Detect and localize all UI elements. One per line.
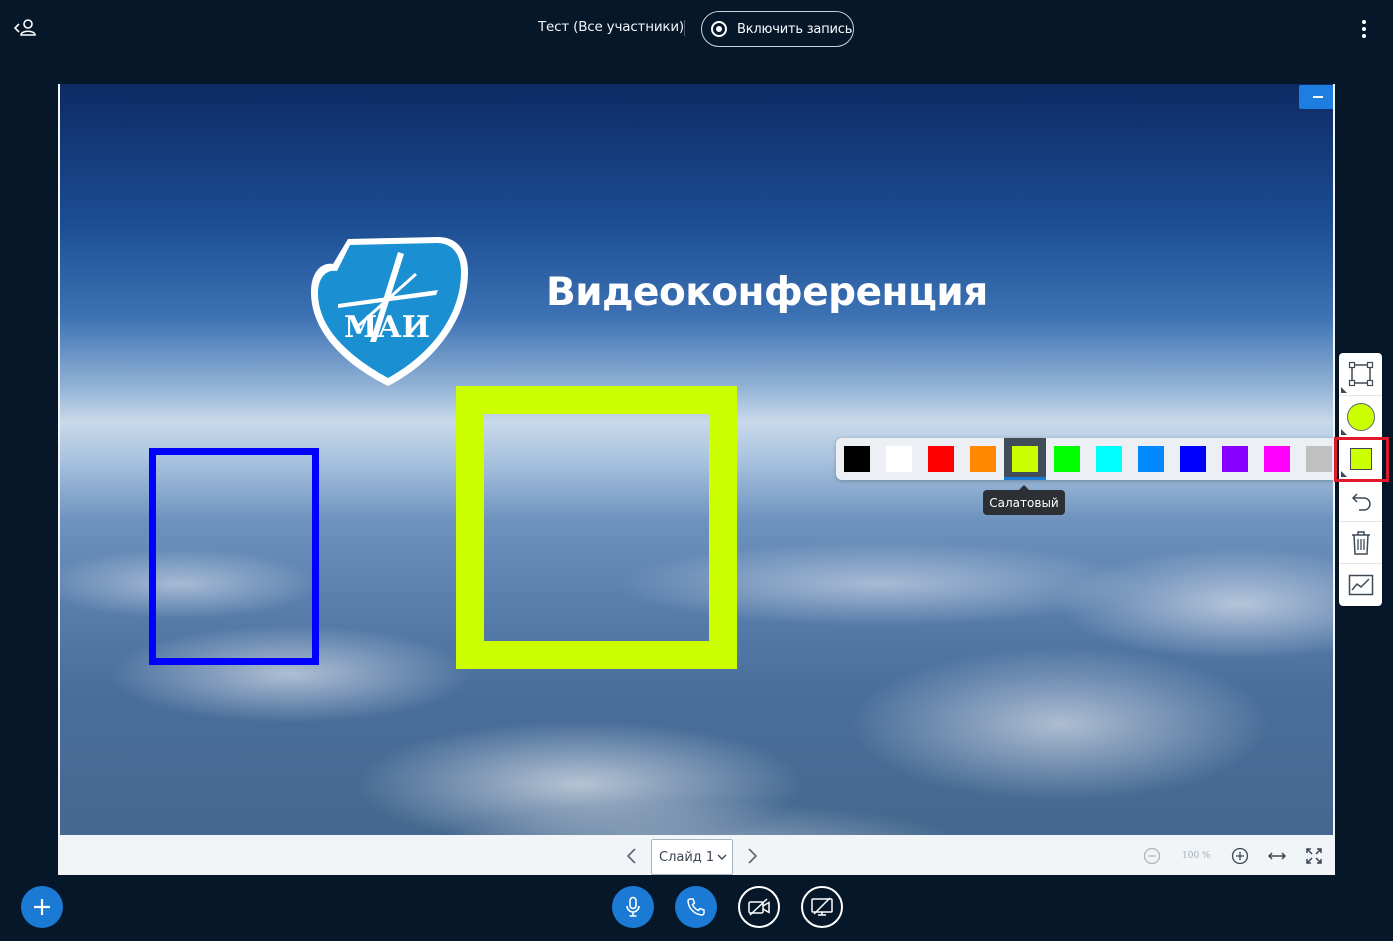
zoom-in-icon[interactable] [1231,847,1249,865]
color-swatch-8[interactable] [1130,438,1172,480]
color-swatch-fill [886,446,912,472]
next-slide-icon[interactable] [744,847,760,865]
fullscreen-icon[interactable] [1306,848,1322,864]
trash-icon [1351,530,1370,555]
slide-select[interactable]: Слайд 1 [651,839,733,875]
logo-text: МАИ [344,310,430,345]
microphone-icon [626,896,640,917]
options-menu-icon[interactable] [1356,18,1372,40]
color-swatch-3[interactable] [920,438,962,480]
record-icon [711,21,727,37]
minus-icon [1312,96,1323,98]
color-swatch-9[interactable] [1172,438,1214,480]
color-swatch-12[interactable] [1298,438,1334,480]
color-swatch-fill [1054,446,1080,472]
zoom-level: 100 % [1182,851,1211,861]
color-swatch-fill [1138,446,1164,472]
color-swatch-fill [1096,446,1122,472]
color-swatch-fill [1180,446,1206,472]
fit-to-width-icon[interactable] [1267,848,1287,864]
thickness-tool-button[interactable] [1339,395,1382,437]
slide-select-value: Слайд 1 [659,849,715,865]
color-swatch-fill [1222,446,1248,472]
video-off-icon [748,898,770,916]
color-swatch-6[interactable] [1046,438,1088,480]
undo-icon [1351,492,1371,511]
previous-slide-icon[interactable] [624,847,640,865]
color-swatch-4[interactable] [962,438,1004,480]
color-swatch-2[interactable] [878,438,920,480]
users-icon [13,19,36,36]
rectangle-tool-icon [1348,361,1373,387]
top-bar: Тест (Все участники) Включить запись [0,0,1393,58]
mai-logo: МАИ [311,237,468,386]
screen-share-button[interactable] [801,886,843,928]
slide-heading: Видеоконференция [546,270,988,315]
drawn-rectangle-blue[interactable] [149,448,319,665]
color-swatch-fill [1012,446,1038,472]
multi-user-button[interactable] [1339,563,1382,605]
color-swatch-fill [844,446,870,472]
zoom-out-icon[interactable] [1143,847,1161,865]
camera-button[interactable] [738,886,780,928]
meeting-title: Тест (Все участники) [538,19,684,35]
color-swatch-fill [1264,446,1290,472]
slide-controls: Слайд 1 100 % [58,835,1335,875]
record-button[interactable]: Включить запись [701,11,854,47]
microphone-button[interactable] [612,886,654,928]
undo-button[interactable] [1339,479,1382,521]
drawn-rectangle-lime[interactable] [456,386,737,669]
submenu-indicator-icon [1341,429,1347,435]
actions-button[interactable] [21,886,63,928]
color-swatch-fill [1306,446,1332,472]
screen-share-off-icon [811,897,833,916]
color-swatch-fill [970,446,996,472]
thickness-icon [1346,402,1375,431]
clear-all-button[interactable] [1339,521,1382,563]
color-swatch-1[interactable] [836,438,878,480]
color-palette [836,438,1334,480]
phone-icon [687,898,705,916]
color-swatch-11[interactable] [1256,438,1298,480]
color-swatch-fill [928,446,954,472]
toggle-users-button[interactable] [12,16,40,40]
rectangle-tool-button[interactable] [1339,353,1382,395]
title-divider [684,20,685,36]
multi-user-whiteboard-icon [1348,574,1373,595]
plus-icon [34,899,50,915]
minimize-presentation-button[interactable] [1299,85,1333,109]
color-swatch-10[interactable] [1214,438,1256,480]
color-tooltip: Салатовый [983,485,1065,515]
audio-leave-button[interactable] [675,886,717,928]
chevron-down-icon [717,854,727,860]
submenu-indicator-icon [1341,387,1347,393]
color-swatch-7[interactable] [1088,438,1130,480]
color-tool-highlight [1334,437,1389,482]
color-swatch-5[interactable] [1004,438,1046,480]
record-label: Включить запись [737,21,853,37]
